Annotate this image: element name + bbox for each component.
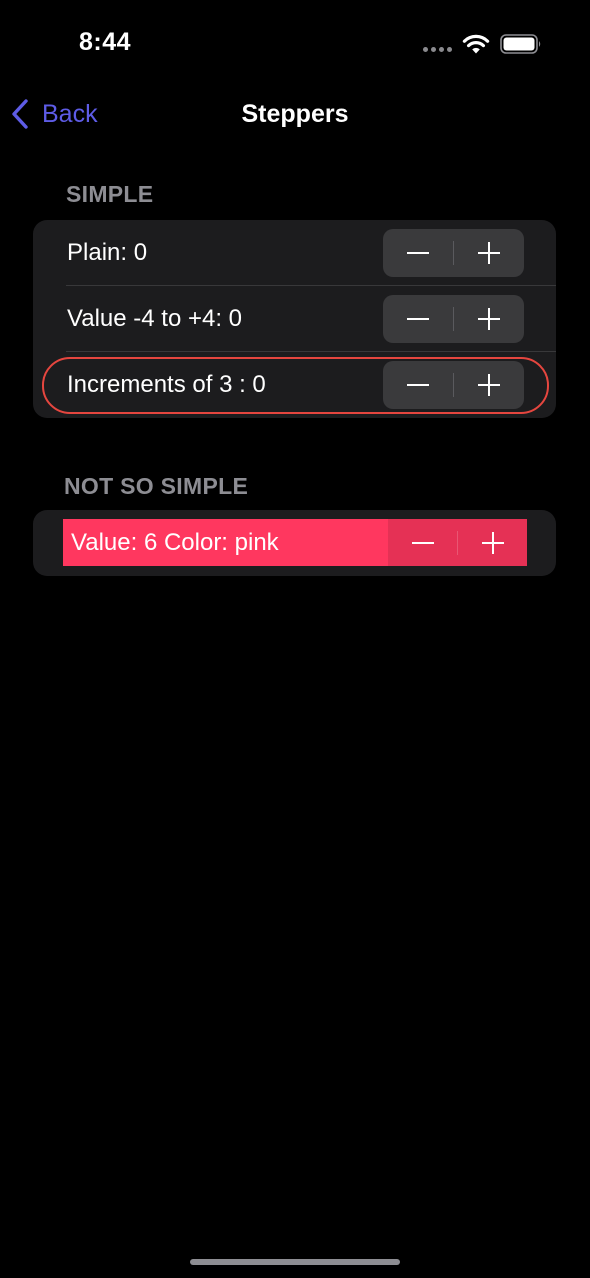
stepper-row-plain: Plain: 0 <box>33 220 556 286</box>
cellular-dots-icon <box>423 47 453 53</box>
plain-stepper <box>383 229 524 277</box>
row-label: Value -4 to +4: 0 <box>67 305 243 332</box>
increments-stepper <box>383 361 524 409</box>
color-stepper <box>388 519 527 566</box>
battery-icon <box>500 34 541 54</box>
minus-icon <box>407 384 429 386</box>
decrement-button[interactable] <box>383 361 453 409</box>
section-header-not-so-simple: NOT SO SIMPLE <box>64 473 249 499</box>
increment-button[interactable] <box>458 519 527 566</box>
not-so-simple-group: Value: 6 Color: pink <box>33 510 556 576</box>
increment-button[interactable] <box>454 361 524 409</box>
row-label: Plain: 0 <box>67 239 148 266</box>
wifi-icon <box>462 34 490 54</box>
status-bar: 8:44 <box>0 0 590 88</box>
increment-button[interactable] <box>454 295 524 343</box>
decrement-button[interactable] <box>383 295 453 343</box>
row-label: Value: 6 Color: pink <box>71 529 279 556</box>
minus-icon <box>407 252 429 254</box>
home-indicator[interactable] <box>190 1259 400 1265</box>
section-header-simple: SIMPLE <box>66 181 154 207</box>
navigation-bar: Back Steppers <box>0 88 590 142</box>
simple-group: Plain: 0 Value -4 to +4: 0 Increments of… <box>33 220 556 418</box>
increment-button[interactable] <box>454 229 524 277</box>
minus-icon <box>412 542 434 544</box>
range-stepper <box>383 295 524 343</box>
decrement-button[interactable] <box>388 519 457 566</box>
page-title: Steppers <box>241 100 349 128</box>
row-label: Increments of 3 : 0 <box>67 371 266 398</box>
stepper-row-increments: Increments of 3 : 0 <box>33 352 556 418</box>
minus-icon <box>407 318 429 320</box>
decrement-button[interactable] <box>383 229 453 277</box>
stepper-row-color: Value: 6 Color: pink <box>63 519 527 566</box>
status-time: 8:44 <box>79 28 132 56</box>
stepper-row-range: Value -4 to +4: 0 <box>33 286 556 352</box>
